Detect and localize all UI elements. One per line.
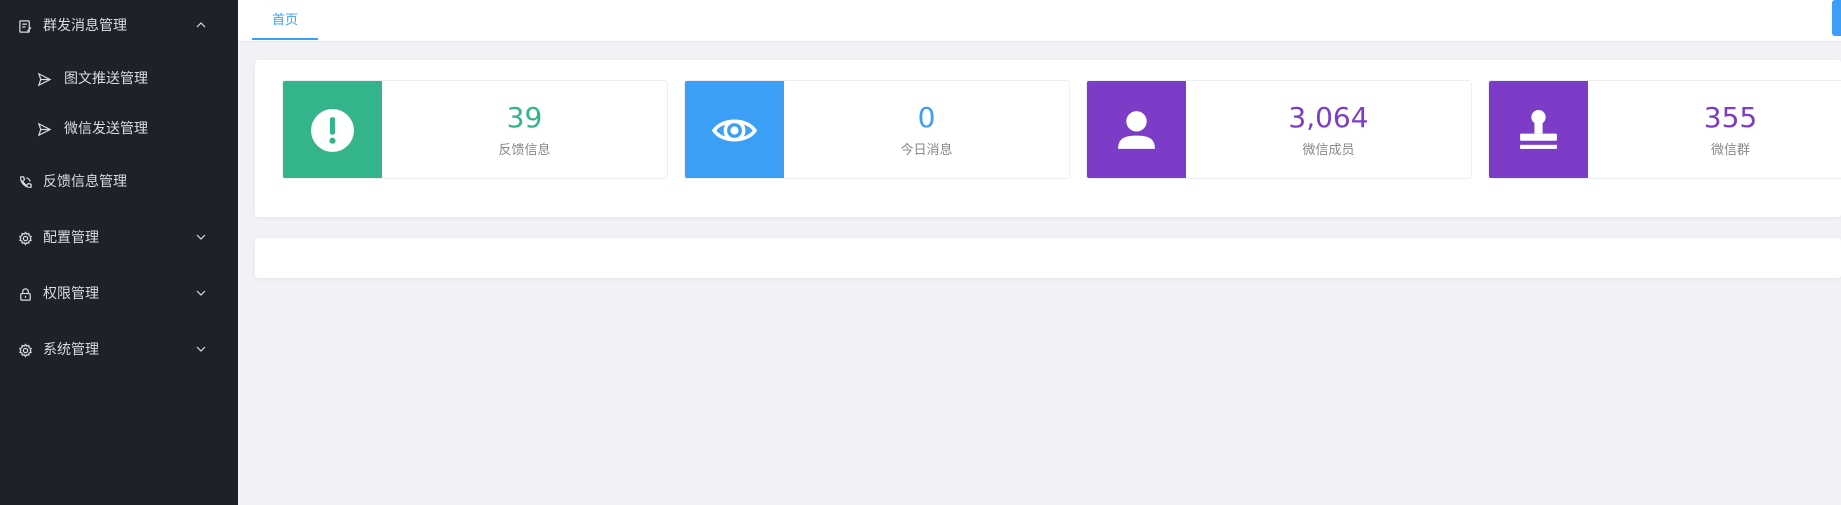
- sidebar-item-label: 权限管理: [43, 286, 99, 302]
- sidebar: 群发消息管理 图文推送管理 微信发送管理 反馈信息管理 配置管理 权限管理 系统…: [0, 0, 238, 505]
- stat-caption: 微信成员: [1302, 143, 1355, 158]
- stat-card-today-messages[interactable]: 0 今日消息: [684, 80, 1070, 179]
- sidebar-item-label: 配置管理: [43, 230, 99, 246]
- phone-icon: [20, 176, 32, 188]
- eye-icon: [711, 119, 758, 142]
- gear-icon: [19, 231, 32, 246]
- sidebar-item-permission[interactable]: 权限管理: [0, 274, 238, 314]
- sidebar-item-label: 反馈信息管理: [43, 174, 127, 190]
- stat-icon-box: [1087, 81, 1186, 178]
- header-action-button[interactable]: [1832, 0, 1841, 36]
- chevron-down-icon: [196, 346, 206, 352]
- sidebar-item-label: 微信发送管理: [64, 121, 148, 137]
- sidebar-item-wechat-send[interactable]: 微信发送管理: [0, 109, 238, 149]
- stat-icon-box: [685, 81, 784, 178]
- stat-caption: 微信群: [1710, 143, 1750, 158]
- sidebar-item-label: 图文推送管理: [64, 71, 148, 87]
- content-panel: [255, 238, 1841, 278]
- stat-card-wechat-members[interactable]: 3,064 微信成员: [1086, 80, 1472, 179]
- stat-caption: 今日消息: [900, 143, 953, 158]
- stat-icon-box: [1489, 81, 1588, 178]
- sidebar-item-label: 群发消息管理: [43, 18, 127, 34]
- lock-icon: [20, 288, 31, 301]
- stat-value: 39: [506, 101, 543, 134]
- sidebar-item-system[interactable]: 系统管理: [0, 330, 238, 370]
- user-icon: [1118, 111, 1155, 149]
- stat-icon-box: [283, 81, 382, 178]
- stat-card-feedback[interactable]: 39 反馈信息: [282, 80, 668, 179]
- stat-value: 3,064: [1288, 101, 1369, 134]
- exclamation-circle-icon: [311, 109, 354, 152]
- chevron-up-icon: [196, 22, 206, 28]
- stat-caption: 反馈信息: [498, 143, 551, 158]
- sidebar-item-mass-message[interactable]: 群发消息管理: [0, 6, 238, 46]
- chevron-down-icon: [196, 290, 206, 296]
- sidebar-item-config[interactable]: 配置管理: [0, 218, 238, 258]
- stats-panel: 39 反馈信息 0 今日消息 3,064 微信成员 355 微信群: [255, 60, 1841, 217]
- send-icon: [37, 122, 52, 137]
- sidebar-item-label: 系统管理: [43, 342, 99, 358]
- stamp-icon: [1520, 110, 1557, 149]
- tab-home[interactable]: 首页: [252, 0, 318, 40]
- stat-card-wechat-groups[interactable]: 355 微信群: [1488, 80, 1841, 179]
- stat-value: 355: [1703, 101, 1758, 134]
- chevron-down-icon: [196, 234, 206, 240]
- message-list-icon: [19, 20, 32, 33]
- send-icon: [37, 72, 52, 87]
- gear-icon: [19, 343, 32, 358]
- stat-value: 0: [917, 101, 936, 134]
- tab-bar: 首页: [238, 0, 1841, 42]
- sidebar-item-feedback[interactable]: 反馈信息管理: [0, 162, 238, 202]
- sidebar-item-graphic-push[interactable]: 图文推送管理: [0, 59, 238, 99]
